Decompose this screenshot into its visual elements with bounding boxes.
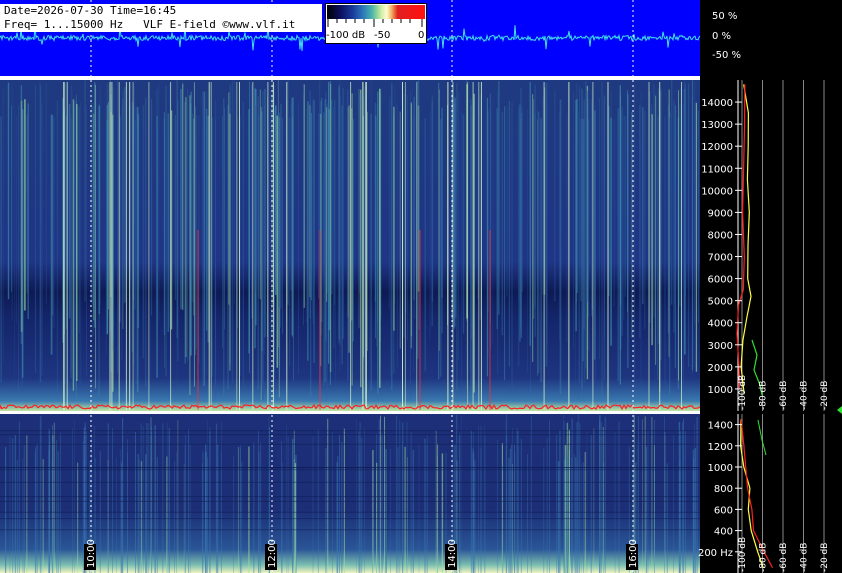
freq-low-tick-label: 600	[714, 505, 733, 516]
time-tick-label: 10:00	[86, 539, 97, 568]
freq-tick-label: 6000	[708, 275, 733, 286]
colorbar-label-min: -100 dB	[326, 30, 366, 41]
freq-tick-label: 7000	[708, 253, 733, 264]
color-scale: -100 dB -50 0	[325, 3, 427, 44]
db-tick-label: -40 dB	[800, 543, 810, 572]
time-tick-label: 14:00	[447, 539, 458, 568]
colorbar-label-max: 0	[418, 30, 425, 41]
color-scale-gradient	[327, 5, 425, 19]
spectrogram-low	[0, 414, 700, 573]
db-tick-label: -20 dB	[820, 381, 830, 410]
freq-tick-label: 8000	[708, 231, 733, 242]
freq-tick-label: 4000	[708, 319, 733, 330]
wave-label-50: 50 %	[712, 11, 738, 22]
db-tick-label: -60 dB	[779, 381, 789, 410]
freq-tick-label: 11000	[701, 164, 733, 175]
freq-tick-label: 3000	[708, 341, 733, 352]
freq-low-tick-label: 200 Hz	[698, 548, 733, 559]
db-tick-label: -60 dB	[779, 543, 789, 572]
db-tick-label: -100 dB	[738, 375, 748, 410]
freq-low-tick-label: 1000	[708, 463, 733, 474]
freq-tick-label: 10000	[701, 186, 733, 197]
freq-line: Freq= 1...15000 Hz VLF E-field ©www.vlf.…	[4, 18, 296, 31]
freq-tick-label: 13000	[701, 120, 733, 131]
db-tick-label: -100 dB	[738, 537, 748, 572]
freq-tick-label: 2000	[708, 363, 733, 374]
info-box: Date=2026-07-30 Time=16:45 Freq= 1...150…	[0, 4, 322, 32]
wave-label-minus50: -50 %	[712, 50, 742, 61]
colorbar-label-mid: -50	[374, 30, 391, 41]
time-tick-label: 12:00	[267, 539, 278, 568]
freq-low-tick-label: 800	[714, 484, 733, 495]
db-tick-label: -80 dB	[759, 381, 769, 410]
freq-low-tick-label: 1200	[708, 442, 733, 453]
db-tick-label: -40 dB	[800, 381, 810, 410]
freq-tick-label: 12000	[701, 142, 733, 153]
freq-low-tick-label: 1400	[708, 421, 733, 432]
db-tick-label: -80 dB	[759, 543, 769, 572]
db-tick-label: -20 dB	[820, 543, 830, 572]
date-time-line: Date=2026-07-30 Time=16:45	[4, 4, 177, 17]
wave-label-0: 0 %	[712, 31, 732, 42]
time-tick-label: 16:00	[628, 539, 639, 568]
freq-low-tick-label: 400	[714, 527, 733, 538]
scope-canvas: 1000200030004000500060007000800090001000…	[0, 0, 842, 573]
freq-tick-label: 9000	[708, 208, 733, 219]
freq-tick-label: 14000	[701, 98, 733, 109]
freq-tick-label: 5000	[708, 297, 733, 308]
freq-tick-label: 1000	[708, 385, 733, 396]
